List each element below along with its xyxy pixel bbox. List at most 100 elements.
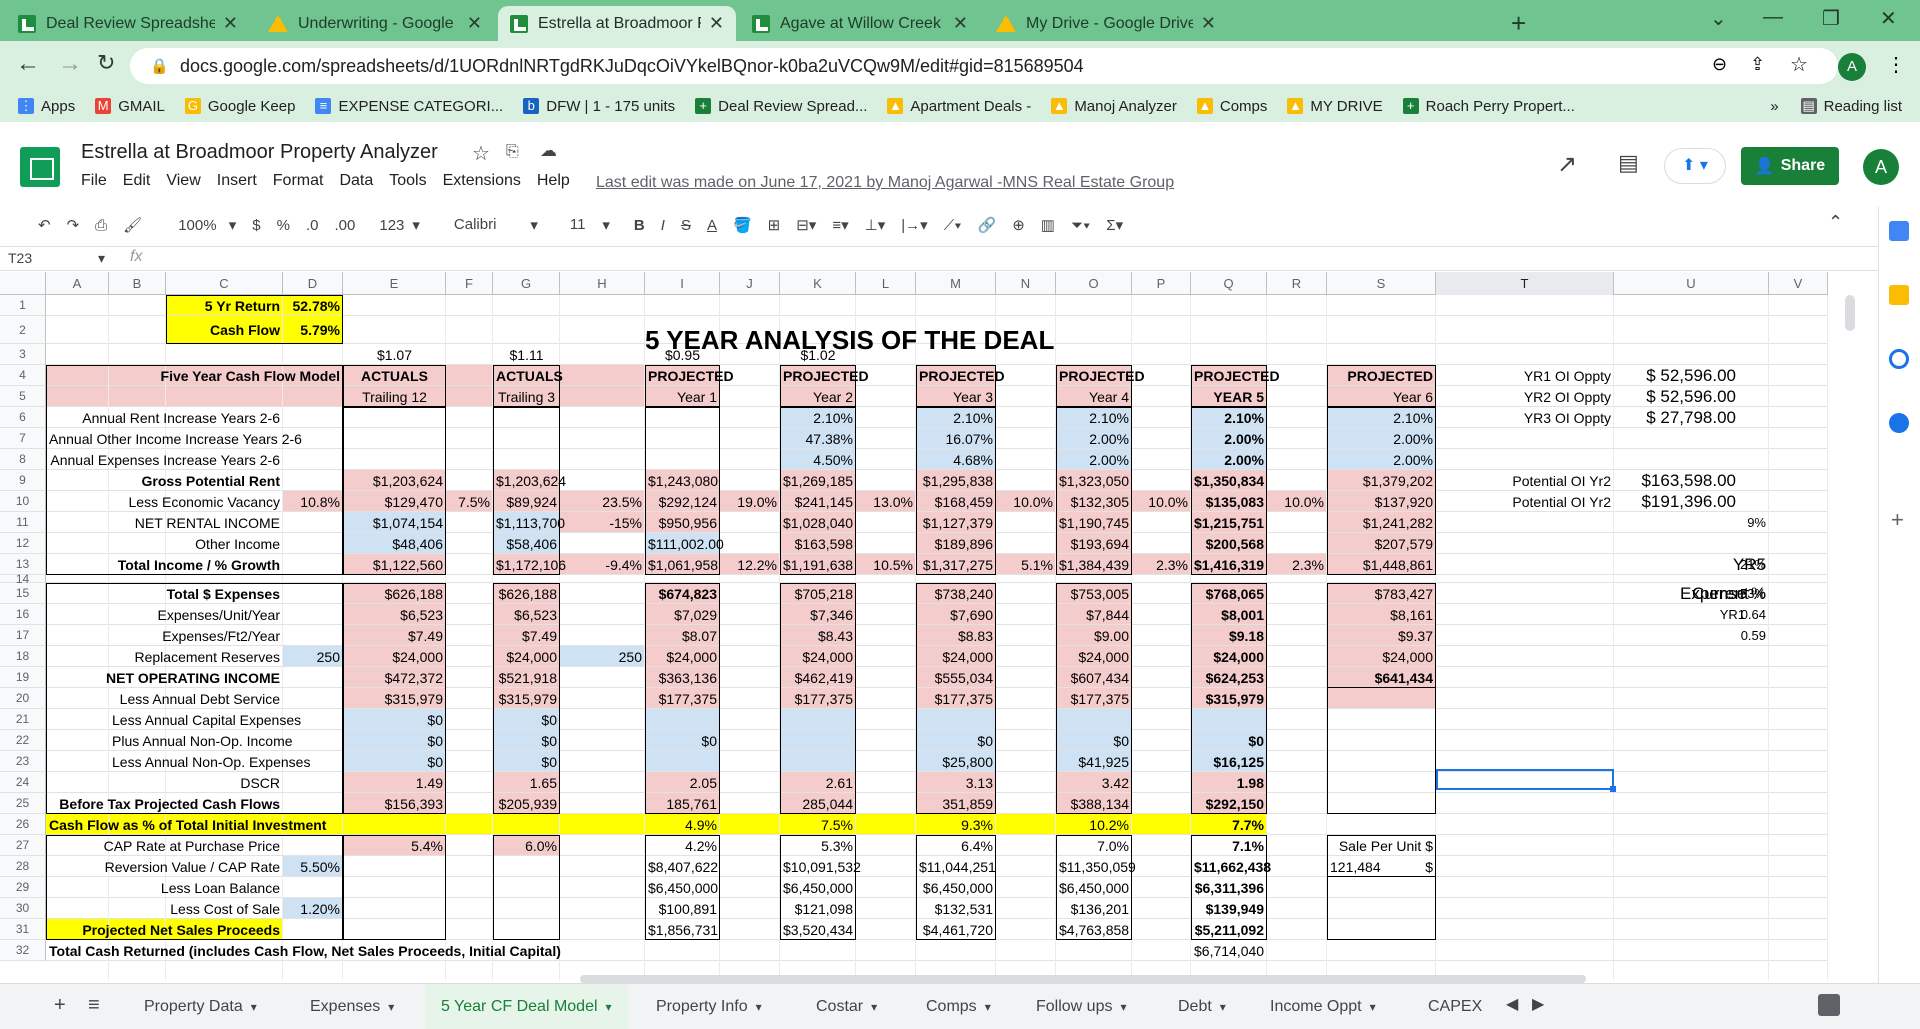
menu-help[interactable]: Help (537, 172, 570, 190)
row-header-16[interactable]: 16 (0, 604, 46, 625)
sheet-tab[interactable]: CAPEX (1412, 984, 1498, 1029)
text-color-button[interactable]: A (707, 217, 717, 234)
insert-link-icon[interactable]: 🔗 (978, 216, 997, 234)
menu-file[interactable]: File (81, 172, 107, 190)
sheet-tab-menu-icon[interactable]: ▾ (1120, 1000, 1126, 1014)
text-wrap-icon[interactable]: |→▾ (901, 216, 927, 234)
row-header-20[interactable]: 20 (0, 688, 46, 709)
sheet-tab[interactable]: Property Info ▾ (640, 984, 778, 1029)
comments-icon[interactable]: ▤ (1618, 150, 1639, 176)
sheet-tab-menu-icon[interactable]: ▾ (251, 1000, 257, 1014)
currency-button[interactable]: $ (252, 217, 260, 234)
address-bar[interactable]: docs.google.com/spreadsheets/d/1UORdnlNR… (130, 48, 1838, 84)
column-header-h[interactable]: H (560, 272, 645, 295)
column-header-s[interactable]: S (1327, 272, 1436, 295)
column-header-b[interactable]: B (109, 272, 166, 295)
bookmark-item[interactable]: ≡ EXPENSE CATEGORI... (315, 98, 503, 115)
sheet-tab[interactable]: Debt ▾ (1162, 984, 1242, 1029)
horizontal-scrollbar[interactable] (580, 975, 1586, 983)
column-header-v[interactable]: V (1769, 272, 1828, 295)
row-header-22[interactable]: 22 (0, 730, 46, 751)
menu-data[interactable]: Data (339, 172, 373, 190)
borders-icon[interactable]: ⊞ (768, 216, 781, 234)
row-header-25[interactable]: 25 (0, 793, 46, 814)
zoom-icon[interactable]: ⊖ (1712, 54, 1727, 75)
column-header-q[interactable]: Q (1191, 272, 1267, 295)
tab-search-icon[interactable]: ⌄ (1710, 6, 1727, 31)
add-addon-icon[interactable]: + (1891, 507, 1904, 533)
bookmarks-overflow-icon[interactable]: » (1770, 98, 1778, 115)
column-header-g[interactable]: G (493, 272, 560, 295)
strikethrough-button[interactable]: S (681, 217, 691, 234)
scroll-tabs-right-icon[interactable]: ▶ (1532, 994, 1544, 1014)
bookmark-item[interactable]: G Google Keep (184, 98, 295, 115)
close-tab-icon[interactable]: ✕ (953, 13, 968, 34)
close-tab-icon[interactable]: ✕ (467, 13, 482, 34)
sheet-tab[interactable]: Income Oppt ▾ (1254, 984, 1392, 1029)
column-header-r[interactable]: R (1267, 272, 1327, 295)
row-header-24[interactable]: 24 (0, 772, 46, 793)
column-header-m[interactable]: M (916, 272, 996, 295)
lock-icon[interactable]: 🔒 (150, 57, 169, 75)
row-header-23[interactable]: 23 (0, 751, 46, 772)
sheet-tab-menu-icon[interactable]: ▾ (985, 1000, 991, 1014)
row-header-10[interactable]: 10 (0, 491, 46, 512)
column-header-c[interactable]: C (166, 272, 283, 295)
sheet-tab-menu-icon[interactable]: ▾ (606, 1000, 612, 1014)
browser-tab[interactable]: Agave at Willow Creek Property A ✕ (740, 6, 980, 41)
font-select[interactable]: Calibri ▾ (446, 216, 546, 234)
column-header-i[interactable]: I (645, 272, 720, 295)
row-header-17[interactable]: 17 (0, 625, 46, 646)
row-header-30[interactable]: 30 (0, 898, 46, 919)
bookmark-item[interactable]: ▲ Manoj Analyzer (1051, 98, 1177, 115)
insert-chart-icon[interactable]: ▥ (1041, 216, 1055, 234)
column-header-t[interactable]: T (1436, 272, 1614, 295)
all-sheets-menu-icon[interactable]: ≡ (88, 994, 100, 1017)
present-icon[interactable]: ⬆ ▾ (1664, 148, 1726, 184)
row-header-28[interactable]: 28 (0, 856, 46, 877)
selected-cell[interactable] (1436, 769, 1614, 790)
merge-cells-icon[interactable]: ⊟▾ (796, 216, 816, 234)
close-window-button[interactable]: ✕ (1880, 6, 1897, 31)
row-header-6[interactable]: 6 (0, 407, 46, 428)
more-formats-button[interactable]: 123 ▾ (371, 216, 420, 234)
row-header-31[interactable]: 31 (0, 919, 46, 940)
bookmark-item[interactable]: + Roach Perry Propert... (1402, 98, 1575, 115)
menu-tools[interactable]: Tools (389, 172, 426, 190)
calendar-icon[interactable] (1889, 221, 1909, 241)
bookmark-item[interactable]: M GMAIL (95, 98, 165, 115)
bookmark-item[interactable]: b DFW | 1 - 175 units (523, 98, 675, 115)
explore-icon[interactable] (1818, 994, 1840, 1016)
zoom-select[interactable]: 100% ▾ (170, 216, 236, 234)
select-all-corner[interactable] (0, 272, 46, 295)
browser-tab[interactable]: Estrella at Broadmoor Property A ✕ (498, 6, 736, 41)
last-edit-link[interactable]: Last edit was made on June 17, 2021 by M… (596, 174, 1174, 192)
row-header-19[interactable]: 19 (0, 667, 46, 688)
row-header-27[interactable]: 27 (0, 835, 46, 856)
name-box[interactable]: T23 (8, 250, 32, 266)
italic-button[interactable]: I (661, 217, 665, 234)
sheet-tab[interactable]: 5 Year CF Deal Model ▾ (425, 984, 628, 1029)
horizontal-align-icon[interactable]: ≡▾ (832, 216, 848, 234)
explore-trend-icon[interactable]: ↗ (1557, 150, 1577, 179)
row-header-18[interactable]: 18 (0, 646, 46, 667)
forward-icon[interactable]: → (58, 50, 82, 78)
column-header-l[interactable]: L (856, 272, 916, 295)
sheet-tab-menu-icon[interactable]: ▾ (1220, 1000, 1226, 1014)
sheets-logo-icon[interactable] (20, 147, 60, 187)
sheet-tab-menu-icon[interactable]: ▾ (1370, 1000, 1376, 1014)
menu-insert[interactable]: Insert (217, 172, 257, 190)
close-tab-icon[interactable]: ✕ (709, 13, 724, 34)
text-rotation-icon[interactable]: ⟋▾ (944, 217, 962, 234)
decrease-decimal-button[interactable]: .0 (306, 217, 319, 234)
share-page-icon[interactable]: ⇪ (1750, 54, 1765, 75)
row-header-5[interactable]: 5 (0, 386, 46, 407)
user-avatar[interactable]: A (1863, 149, 1899, 185)
share-button[interactable]: 👤 Share (1741, 147, 1839, 185)
vertical-align-icon[interactable]: ⊥▾ (865, 216, 886, 234)
fill-handle[interactable] (1610, 786, 1616, 792)
bookmark-item[interactable]: ⋮ Apps (18, 98, 75, 115)
minimize-button[interactable]: — (1763, 6, 1783, 29)
row-header-26[interactable]: 26 (0, 814, 46, 835)
chrome-profile-avatar[interactable]: A (1838, 53, 1866, 81)
